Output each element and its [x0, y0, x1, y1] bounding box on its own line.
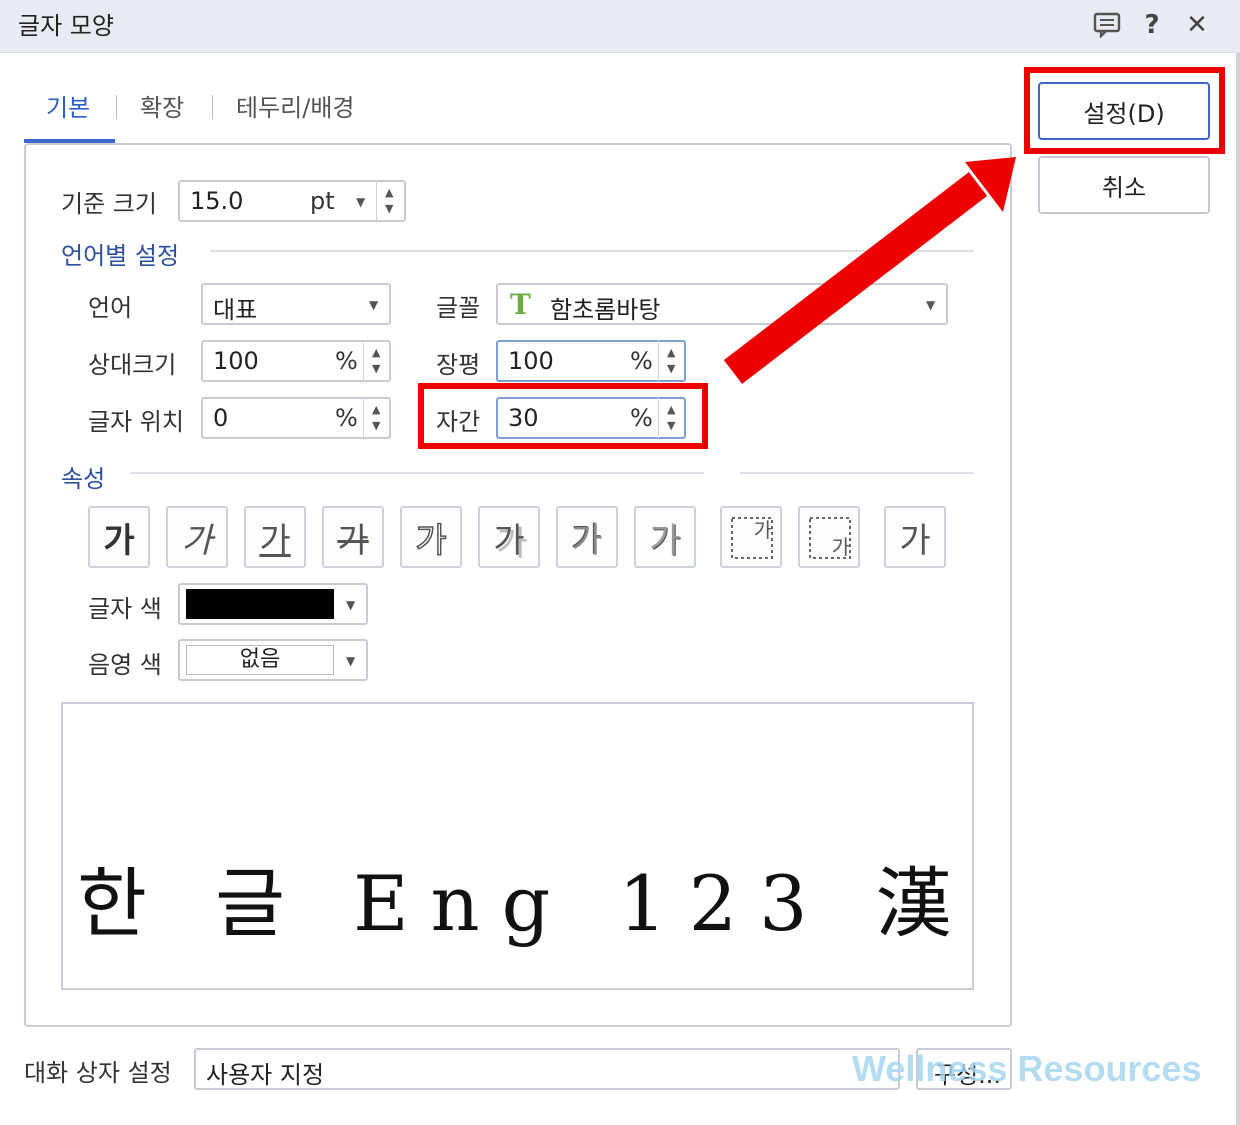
annotation-arrow [723, 157, 1016, 384]
dialog-setting-label: 대화 상자 설정 [24, 1059, 172, 1087]
watermark: Wellness Resources [852, 1048, 1202, 1089]
dialog-setting-value: 사용자 지정 [206, 1061, 325, 1089]
dialog-setting-select[interactable]: 사용자 지정 [194, 1048, 900, 1090]
